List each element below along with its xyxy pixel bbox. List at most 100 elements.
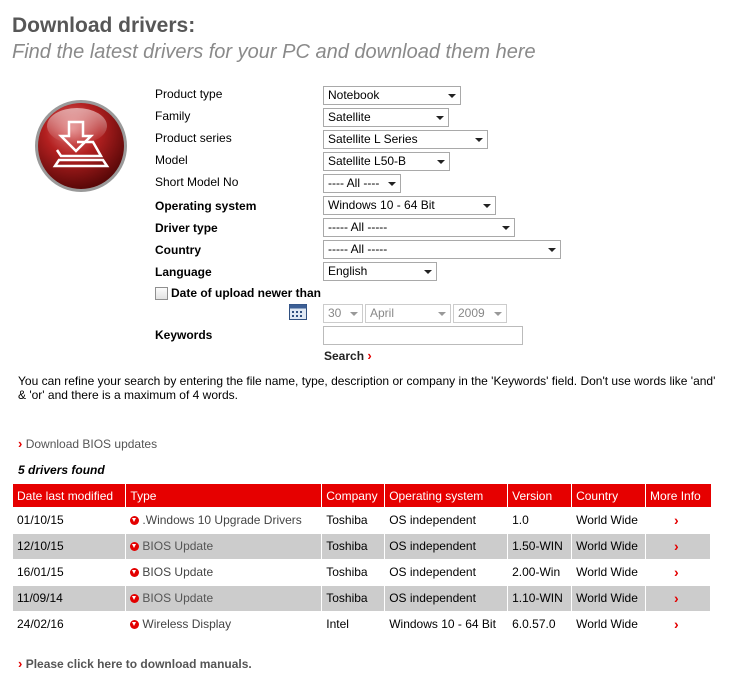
column-header-date[interactable]: Date last modified [13,484,127,507]
row-type-link[interactable]: BIOS Update [142,539,213,553]
product-type-select[interactable]: Notebook [323,86,461,105]
chevron-down-icon [494,312,502,316]
date-day-value: 30 [328,306,342,320]
chevron-down-icon [475,138,483,142]
row-type[interactable]: BIOS Update [125,585,323,612]
row-country: World Wide [571,533,647,560]
model-label: Model [155,153,188,167]
date-day-select[interactable]: 30 [323,304,363,323]
column-header-type[interactable]: Type [125,484,323,507]
row-country: World Wide [571,611,647,638]
country-label: Country [155,243,201,257]
row-company: Intel [321,611,386,638]
row-type[interactable]: Wireless Display [125,611,323,638]
row-country: World Wide [571,585,647,612]
row-os: OS independent [384,559,509,586]
page-subtitle: Find the latest drivers for your PC and … [12,41,536,63]
short-model-label: Short Model No [155,175,239,189]
red-chevron-icon[interactable]: › [650,564,679,580]
table-row: 11/09/14 BIOS Update Toshiba OS independ… [13,585,711,612]
family-value: Satellite [328,110,371,124]
row-version: 1.50-WIN [507,533,573,560]
driver-type-value: ----- All ----- [328,220,388,234]
chevron-down-icon [438,312,446,316]
table-row: 01/10/15 .Windows 10 Upgrade Drivers Tos… [13,507,711,534]
date-upload-checkbox[interactable] [155,287,168,300]
family-label: Family [155,109,191,123]
row-more-info[interactable]: › [645,507,711,534]
driver-type-select[interactable]: ----- All ----- [323,218,515,237]
os-select[interactable]: Windows 10 - 64 Bit [323,196,496,215]
os-label: Operating system [155,199,257,213]
short-model-value: ---- All ---- [328,176,380,190]
row-type-link[interactable]: BIOS Update [142,565,213,579]
chevron-down-icon [350,312,358,316]
row-os: OS independent [384,507,509,534]
download-bios-link[interactable]: › Download BIOS updates [18,436,157,451]
row-country: World Wide [571,559,647,586]
download-icon [130,568,140,577]
language-select[interactable]: English [323,262,437,281]
row-type-link[interactable]: BIOS Update [142,591,213,605]
column-header-os[interactable]: Operating system [384,484,509,507]
keywords-input[interactable] [323,326,523,345]
row-version: 1.10-WIN [507,585,573,612]
family-select[interactable]: Satellite [323,108,449,127]
language-label: Language [155,265,212,279]
results-count: 5 drivers found [18,463,105,477]
row-type[interactable]: BIOS Update [125,533,323,560]
column-header-company[interactable]: Company [321,484,386,507]
table-row: 12/10/15 BIOS Update Toshiba OS independ… [13,533,711,560]
table-row: 24/02/16 Wireless Display Intel Windows … [13,611,711,638]
row-more-info[interactable]: › [645,585,711,612]
date-month-select[interactable]: April [365,304,451,323]
column-header-version[interactable]: Version [507,484,573,507]
download-icon [130,620,140,629]
product-type-value: Notebook [328,88,380,102]
search-help-text: You can refine your search by entering t… [18,374,716,402]
row-version: 1.0 [507,507,573,534]
short-model-select[interactable]: ---- All ---- [323,174,401,193]
row-country: World Wide [571,507,647,534]
row-date: 01/10/15 [13,507,127,534]
row-type-link[interactable]: Wireless Display [142,617,231,631]
row-company: Toshiba [321,507,386,534]
row-company: Toshiba [321,533,386,560]
row-date: 24/02/16 [13,611,127,638]
row-more-info[interactable]: › [645,559,711,586]
row-date: 12/10/15 [13,533,127,560]
column-header-more-info: More Info [645,484,711,507]
product-series-label: Product series [155,131,232,145]
red-chevron-icon[interactable]: › [650,616,679,632]
calendar-icon[interactable] [289,304,307,320]
column-header-country[interactable]: Country [571,484,647,507]
download-manuals-label: Please click here to download manuals. [25,657,252,671]
row-version: 2.00-Win [507,559,573,586]
chevron-down-icon [424,270,432,274]
row-date: 11/09/14 [13,585,127,612]
row-type[interactable]: .Windows 10 Upgrade Drivers [125,507,323,534]
chevron-down-icon [436,116,444,120]
red-chevron-icon[interactable]: › [650,538,679,554]
date-upload-label: Date of upload newer than [171,286,322,300]
model-select[interactable]: Satellite L50-B [323,152,450,171]
red-chevron-icon[interactable]: › [650,590,679,606]
chevron-down-icon [437,160,445,164]
os-value: Windows 10 - 64 Bit [328,198,435,212]
search-button[interactable]: Search › [324,348,372,363]
red-chevron-icon: › [18,656,23,671]
chevron-down-icon [388,182,396,186]
row-more-info[interactable]: › [645,611,711,638]
row-date: 16/01/15 [13,559,127,586]
country-select[interactable]: ----- All ----- [323,240,561,259]
date-year-select[interactable]: 2009 [453,304,507,323]
product-type-label: Product type [155,87,223,101]
row-more-info[interactable]: › [645,533,711,560]
row-type-link[interactable]: .Windows 10 Upgrade Drivers [142,513,301,527]
product-series-select[interactable]: Satellite L Series [323,130,488,149]
search-button-label: Search [324,349,365,363]
red-chevron-icon[interactable]: › [650,512,679,528]
download-manuals-link[interactable]: › Please click here to download manuals. [18,656,252,671]
row-type[interactable]: BIOS Update [125,559,323,586]
chevron-down-icon [548,248,556,252]
